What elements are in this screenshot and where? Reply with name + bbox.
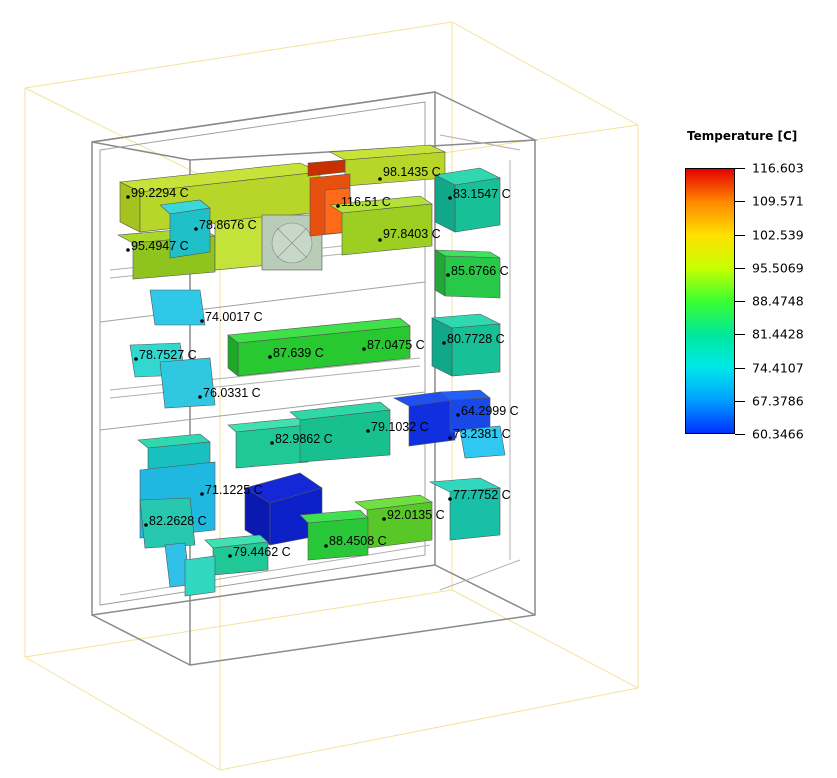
legend-tick: [735, 201, 745, 203]
temp-label: 83.1547 C: [453, 187, 511, 201]
temp-label: 79.1032 C: [371, 420, 429, 434]
temp-label: 74.0017 C: [205, 310, 263, 324]
legend-tick-label: 102.539: [752, 227, 804, 242]
temp-label: 92.0135 C: [387, 508, 445, 522]
temp-label: 79.4462 C: [233, 545, 291, 559]
temp-label: 76.0331 C: [203, 386, 261, 400]
legend-tick-label: 116.603: [752, 160, 804, 176]
legend-tick-label: 88.4748: [752, 293, 804, 309]
temp-label: 98.1435 C: [383, 165, 441, 179]
legend-tick: [735, 400, 745, 402]
legend-tick-label: 95.5069: [752, 260, 804, 276]
temp-label: 88.4508 C: [329, 534, 387, 548]
color-scale-bar: [685, 168, 735, 434]
legend-tick: [735, 234, 745, 236]
temp-label: 71.1225 C: [205, 483, 263, 497]
temp-label: 82.9862 C: [275, 432, 333, 446]
legend-tick: [735, 168, 745, 169]
legend-tick-label: 109.571: [752, 193, 804, 209]
temp-label: 64.2999 C: [461, 404, 519, 418]
temp-label: 73.2381 C: [453, 427, 511, 441]
legend-tick: [735, 334, 745, 336]
temp-label: 87.0475 C: [367, 338, 425, 352]
temp-label: 116.51 C: [341, 195, 391, 209]
temp-label: 99.2294 C: [131, 186, 189, 200]
legend-tick-label: 74.4107: [752, 360, 804, 375]
temp-label: 82.2628 C: [149, 514, 207, 528]
legend-tick: [735, 301, 745, 302]
temp-label: 78.7527 C: [139, 348, 197, 362]
temp-label: 87.639 C: [273, 346, 324, 360]
bounding-box: [24, 21, 639, 771]
components: [116, 144, 506, 597]
legend-title: Temperature [C]: [687, 129, 798, 143]
legend-tick-label: 81.4428: [752, 326, 804, 342]
temp-label: 97.8403 C: [383, 227, 441, 241]
legend-tick: [735, 367, 745, 369]
temp-label: 85.6766 C: [451, 264, 509, 278]
temp-label: 77.7752 C: [453, 488, 511, 502]
legend-tick-label: 67.3786: [752, 393, 804, 409]
color-scale-ticks: [735, 168, 745, 435]
legend-tick: [735, 434, 745, 435]
legend-tick: [735, 267, 745, 269]
temp-label: 95.4947 C: [131, 239, 189, 253]
legend-tick-label: 60.3466: [752, 426, 804, 442]
temp-label: 80.7728 C: [447, 332, 505, 346]
temp-label: 78.8676 C: [199, 218, 257, 232]
